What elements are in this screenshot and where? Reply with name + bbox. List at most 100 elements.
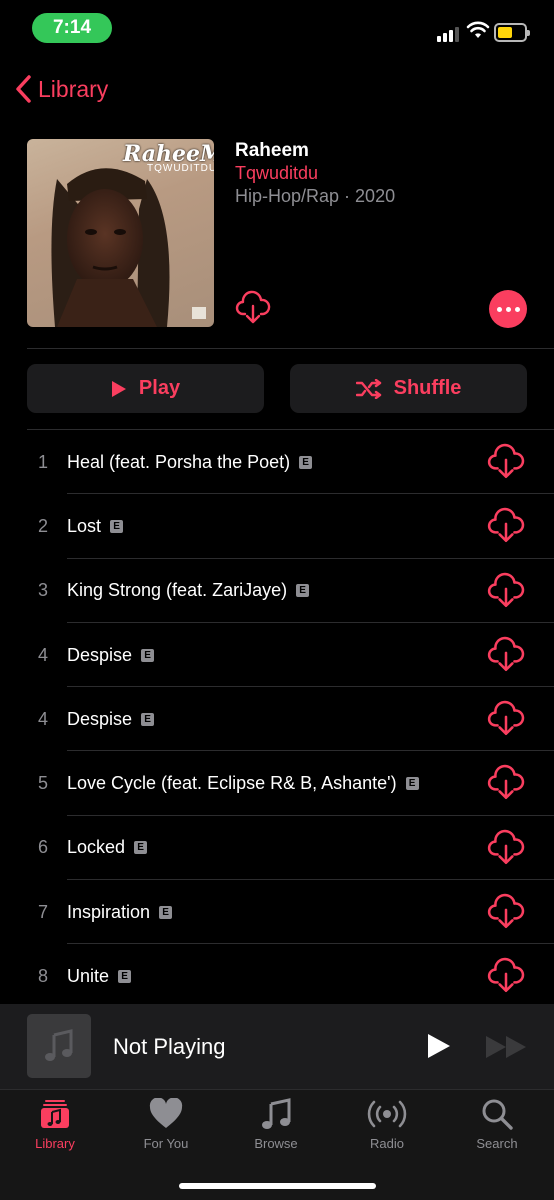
battery-level bbox=[498, 27, 512, 38]
track-title-text: Despise bbox=[67, 644, 133, 665]
shuffle-icon bbox=[355, 378, 381, 399]
music-note-placeholder-icon bbox=[45, 1029, 73, 1061]
mini-play-icon[interactable] bbox=[424, 1032, 452, 1060]
track-title-text: Lost bbox=[67, 515, 102, 536]
search-icon bbox=[482, 1099, 513, 1130]
ellipsis-dot bbox=[505, 306, 511, 312]
battery-icon bbox=[494, 23, 530, 42]
track-title-text: Locked bbox=[67, 837, 126, 858]
tab-browse-label: Browse bbox=[254, 1136, 298, 1151]
tab-search[interactable]: Search bbox=[447, 1098, 547, 1151]
play-button[interactable]: Play bbox=[27, 364, 264, 413]
download-track-icon[interactable] bbox=[487, 572, 525, 610]
play-icon bbox=[111, 380, 126, 397]
download-track-icon[interactable] bbox=[487, 957, 525, 995]
music-note-icon bbox=[262, 1098, 291, 1129]
tab-browse[interactable]: Browse bbox=[226, 1098, 326, 1151]
home-indicator bbox=[179, 1183, 376, 1189]
track-row[interactable]: 2 Lost E bbox=[0, 494, 554, 559]
track-title: Love Cycle (feat. Eclipse R& B, Ashante'… bbox=[67, 773, 419, 794]
library-icon bbox=[41, 1100, 69, 1128]
track-row[interactable]: 8 Unite E bbox=[0, 944, 554, 1009]
track-title-text: Unite bbox=[67, 966, 110, 987]
download-track-icon[interactable] bbox=[487, 636, 525, 674]
tab-library-label: Library bbox=[35, 1136, 75, 1151]
track-title: Heal (feat. Porsha the Poet) E bbox=[67, 451, 313, 473]
tab-search-label: Search bbox=[476, 1136, 518, 1151]
tab-for-you[interactable]: For You bbox=[116, 1098, 216, 1151]
more-options-button[interactable] bbox=[489, 290, 527, 328]
track-row[interactable]: 7 Inspiration E bbox=[0, 880, 554, 945]
track-title-text: King Strong (feat. ZariJaye) bbox=[67, 580, 288, 601]
explicit-badge: E bbox=[141, 648, 155, 662]
track-title-text: Inspiration bbox=[67, 901, 151, 922]
track-row[interactable]: 6 Locked E bbox=[0, 816, 554, 881]
track-number: 4 bbox=[37, 644, 48, 665]
download-track-icon[interactable] bbox=[487, 764, 525, 802]
download-track-icon[interactable] bbox=[487, 507, 525, 545]
track-row[interactable]: 3 King Strong (feat. ZariJaye) E bbox=[0, 559, 554, 623]
play-label: Play bbox=[138, 377, 181, 399]
tab-for-you-label: For You bbox=[143, 1136, 189, 1151]
shuffle-button[interactable]: Shuffle bbox=[290, 364, 527, 413]
explicit-badge: E bbox=[141, 712, 155, 726]
track-title: Inspiration E bbox=[67, 901, 173, 923]
tab-library[interactable]: Library bbox=[5, 1098, 105, 1151]
explicit-badge: E bbox=[118, 970, 132, 984]
track-title-text: Despise bbox=[67, 708, 133, 729]
ellipsis-dot bbox=[514, 306, 520, 312]
track-title: Despise E bbox=[67, 644, 155, 666]
album-genre-year: Hip-Hop/Rap · 2020 bbox=[235, 186, 396, 206]
album-art-subtitle: TQWUDITDU bbox=[147, 163, 214, 174]
track-title-text: Love Cycle (feat. Eclipse R& B, Ashante'… bbox=[67, 773, 397, 794]
track-number: 6 bbox=[37, 837, 48, 858]
track-row[interactable]: 5 Love Cycle (feat. Eclipse R& B, Ashant… bbox=[0, 751, 554, 816]
album-artwork[interactable]: RaheeM TQWUDITDU bbox=[27, 139, 214, 327]
track-number: 2 bbox=[37, 515, 48, 536]
ellipsis-dot bbox=[496, 306, 502, 312]
tab-radio[interactable]: Radio bbox=[337, 1098, 437, 1151]
track-title: Unite E bbox=[67, 966, 132, 987]
track-number: 5 bbox=[37, 773, 48, 794]
explicit-badge: E bbox=[110, 519, 124, 533]
download-track-icon[interactable] bbox=[487, 443, 525, 481]
explicit-badge: E bbox=[405, 777, 419, 791]
track-number: 1 bbox=[37, 451, 48, 472]
track-number: 4 bbox=[37, 708, 48, 729]
track-number: 8 bbox=[37, 966, 48, 987]
mini-player-artwork bbox=[27, 1014, 91, 1078]
heart-icon bbox=[149, 1098, 183, 1128]
download-album-icon[interactable] bbox=[235, 290, 271, 326]
explicit-badge: E bbox=[296, 584, 310, 598]
back-label: Library bbox=[38, 75, 109, 102]
track-title: Lost E bbox=[67, 515, 124, 537]
track-row[interactable]: 4 Despise E bbox=[0, 687, 554, 752]
track-number: 3 bbox=[37, 580, 48, 601]
mini-player[interactable]: Not Playing bbox=[0, 1004, 554, 1089]
chevron-left-icon bbox=[16, 75, 31, 103]
track-number: 7 bbox=[37, 901, 48, 922]
cellular-signal-icon bbox=[437, 24, 459, 42]
track-row[interactable]: 4 Despise E bbox=[0, 623, 554, 688]
explicit-badge: E bbox=[299, 455, 313, 469]
album-artist-link[interactable]: Tqwuditdu bbox=[235, 163, 318, 184]
fast-forward-icon[interactable] bbox=[484, 1034, 528, 1060]
track-title-text: Heal (feat. Porsha the Poet) bbox=[67, 451, 291, 472]
track-list: 1 Heal (feat. Porsha the Poet) E 2 Lost … bbox=[0, 430, 554, 1009]
radio-icon bbox=[367, 1100, 407, 1128]
download-track-icon[interactable] bbox=[487, 893, 525, 931]
track-row[interactable]: 1 Heal (feat. Porsha the Poet) E bbox=[0, 430, 554, 495]
download-track-icon[interactable] bbox=[487, 700, 525, 738]
explicit-badge: E bbox=[134, 841, 148, 855]
shuffle-label: Shuffle bbox=[393, 377, 462, 399]
status-time: 7:14 bbox=[32, 13, 112, 43]
track-title: King Strong (feat. ZariJaye) E bbox=[67, 580, 310, 601]
back-button[interactable]: Library bbox=[14, 70, 108, 108]
wifi-icon bbox=[466, 21, 490, 38]
download-track-icon[interactable] bbox=[487, 829, 525, 867]
track-title: Locked E bbox=[67, 837, 148, 858]
track-title: Despise E bbox=[67, 708, 155, 730]
mini-player-title: Not Playing bbox=[113, 1034, 226, 1059]
status-bar: 7:14 bbox=[0, 0, 554, 56]
explicit-badge: E bbox=[159, 905, 173, 919]
